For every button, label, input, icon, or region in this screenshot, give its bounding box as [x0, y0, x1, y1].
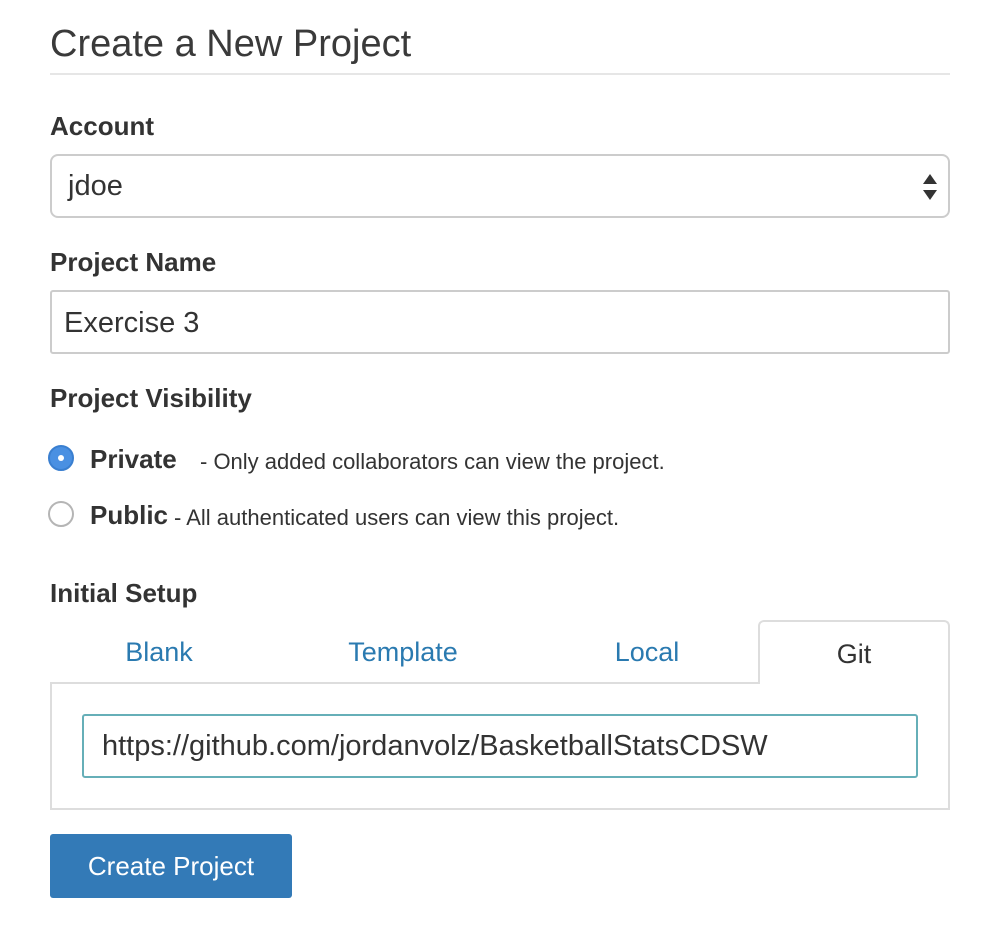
tab-git[interactable]: Git: [758, 620, 950, 684]
initial-setup-tabs: Blank Template Local Git: [50, 620, 950, 684]
visibility-option-private[interactable]: Private - Only added collaborators can v…: [48, 443, 750, 477]
account-select[interactable]: jdoe: [50, 154, 950, 218]
tab-blank[interactable]: Blank: [50, 620, 268, 684]
git-url-input[interactable]: https://github.com/jordanvolz/Basketball…: [82, 714, 918, 778]
project-name-input[interactable]: Exercise 3: [50, 290, 950, 354]
tab-template[interactable]: Template: [294, 620, 512, 684]
page-title: Create a New Project: [50, 23, 412, 65]
project-name-label: Project Name: [50, 247, 217, 277]
project-name-value: Exercise 3: [64, 307, 200, 339]
tab-local[interactable]: Local: [538, 620, 756, 684]
title-divider: [50, 73, 950, 75]
project-visibility-label: Project Visibility: [50, 383, 252, 413]
account-select-value: jdoe: [68, 170, 123, 202]
initial-setup-label: Initial Setup: [50, 578, 198, 608]
select-arrows-icon: [923, 174, 937, 200]
git-tab-panel: https://github.com/jordanvolz/Basketball…: [50, 682, 950, 810]
visibility-option-public[interactable]: Public - All authenticated users can vie…: [48, 499, 750, 533]
public-radio[interactable]: [48, 501, 74, 527]
create-project-button[interactable]: Create Project: [50, 834, 292, 898]
public-option-name: Public: [90, 500, 169, 530]
private-radio[interactable]: [48, 445, 74, 471]
git-url-value: https://github.com/jordanvolz/Basketball…: [102, 730, 768, 762]
account-label: Account: [50, 111, 154, 141]
private-option-name: Private: [90, 444, 177, 474]
private-option-description: - Only added collaborators can view the …: [200, 449, 665, 474]
public-option-description: - All authenticated users can view this …: [174, 505, 620, 530]
